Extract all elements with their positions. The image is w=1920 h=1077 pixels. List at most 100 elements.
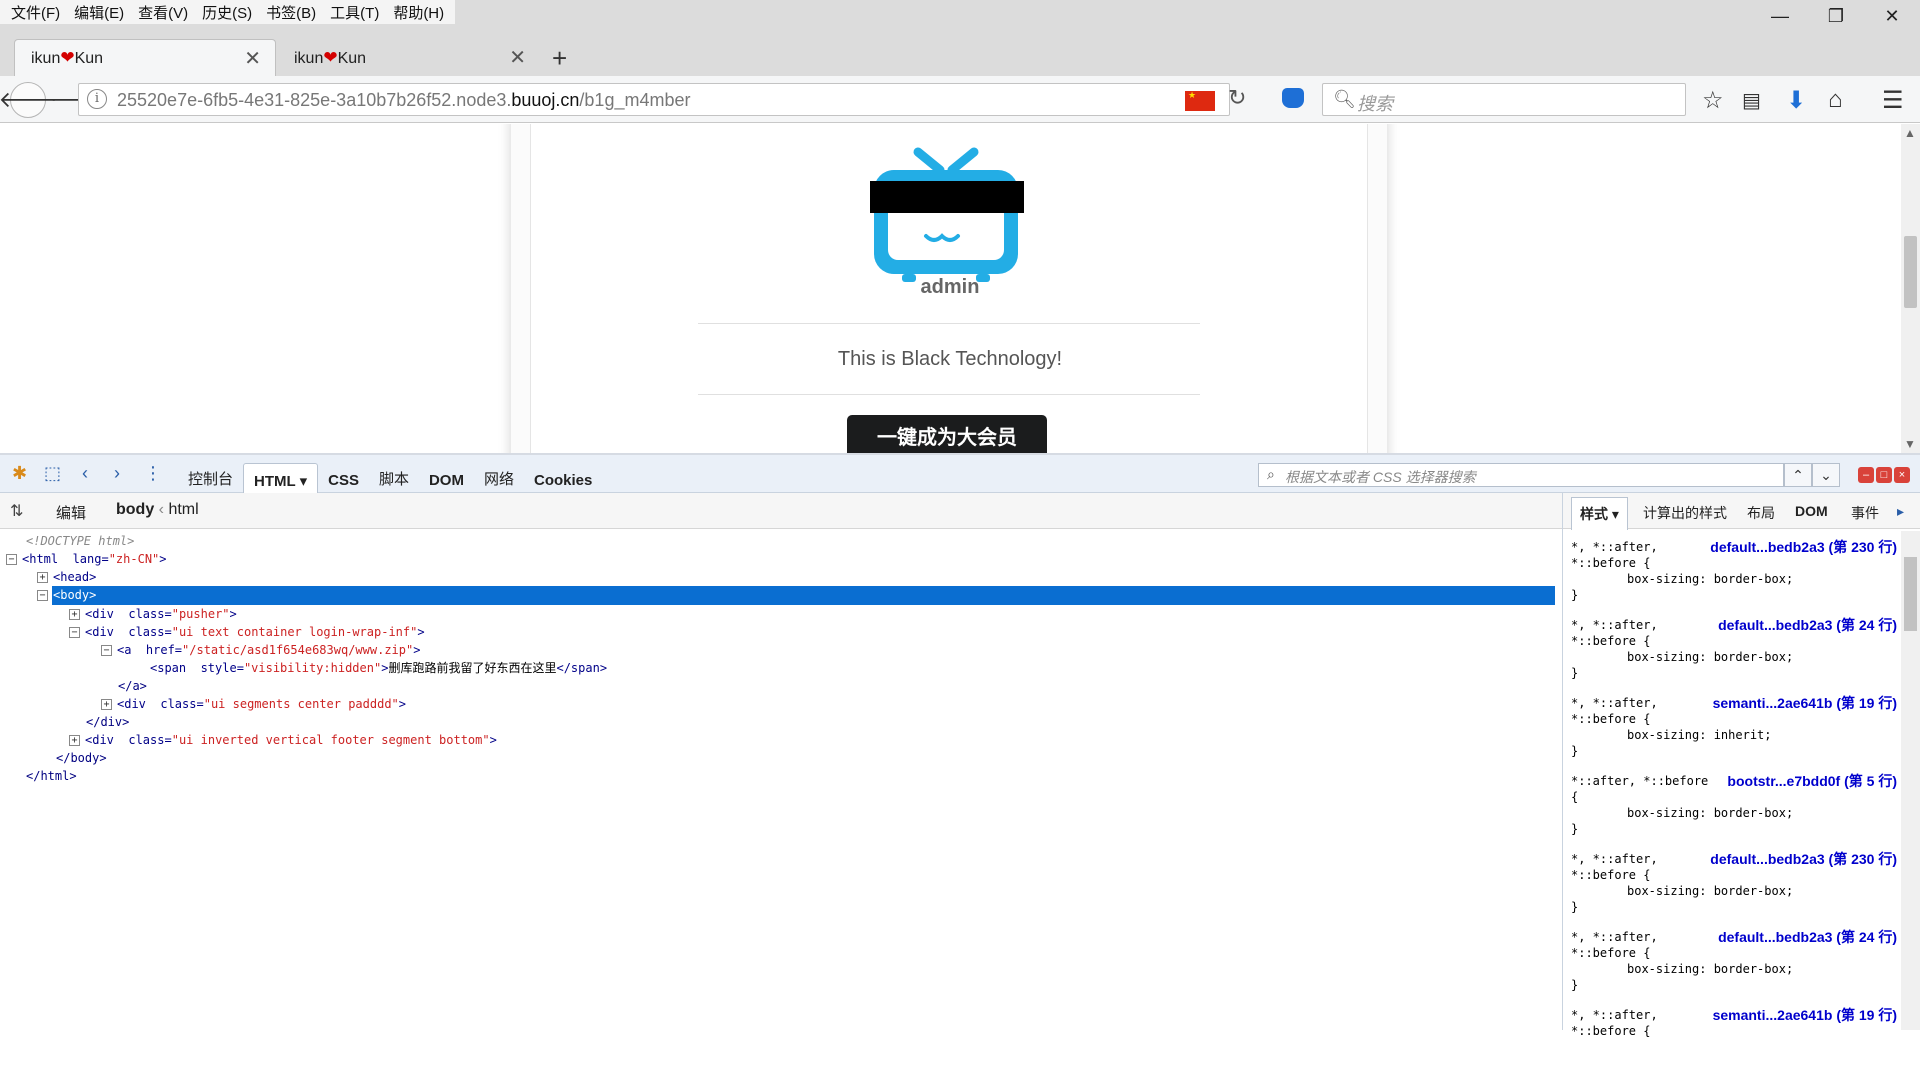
firebug-search-input[interactable]: ⌕ 根据文本或者 CSS 选择器搜索	[1258, 463, 1784, 487]
css-rule[interactable]: *, *::after, *::before {default...bedb2a3…	[1563, 609, 1901, 687]
search-next-button[interactable]: ⌄	[1812, 463, 1840, 487]
rule-property[interactable]: box-sizing: inherit;	[1627, 728, 1772, 742]
firebug-close-icon[interactable]: ×	[1894, 467, 1910, 483]
styles-scrollbar[interactable]	[1901, 531, 1920, 1030]
rule-property[interactable]: box-sizing: border-box;	[1627, 962, 1793, 976]
close-window-button[interactable]: ✕	[1864, 0, 1920, 32]
download-icon[interactable]: ⬇	[1786, 86, 1806, 115]
tab-events[interactable]: 事件	[1851, 503, 1879, 523]
menu-bookmarks[interactable]: 书签(B)	[259, 2, 323, 23]
tab-close-icon[interactable]: ✕	[244, 46, 261, 71]
minimize-button[interactable]: —	[1752, 0, 1808, 32]
menu-file[interactable]: 文件(F)	[4, 2, 67, 23]
css-rule[interactable]: *, *::after, *::before {default...bedb2a3…	[1563, 921, 1901, 999]
tab-css[interactable]: CSS	[318, 472, 369, 495]
menu-edit[interactable]: 编辑(E)	[67, 2, 131, 23]
breadcrumb-body[interactable]: body	[116, 501, 154, 518]
firebug-detach-icon[interactable]: □	[1876, 467, 1892, 483]
collapse-icon[interactable]: −	[6, 554, 17, 565]
tab-layout[interactable]: 布局	[1747, 503, 1775, 523]
tab-cookies[interactable]: Cookies	[524, 472, 602, 495]
menu-tools[interactable]: 工具(T)	[323, 2, 386, 23]
edit-button[interactable]: 编辑	[56, 502, 86, 523]
reload-button[interactable]: ↻	[1228, 85, 1246, 111]
expand-icon[interactable]: +	[101, 699, 112, 710]
css-rule[interactable]: *, *::after, *::before {semanti...2ae641b…	[1563, 999, 1901, 1077]
tab-script[interactable]: 脚本	[369, 468, 419, 495]
divider	[698, 394, 1200, 395]
rule-selector: *::after, *::before{	[1571, 774, 1709, 804]
rule-property[interactable]: box-sizing: border-box;	[1627, 806, 1793, 820]
expand-icon[interactable]: +	[69, 609, 80, 620]
css-rule[interactable]: *::after, *::before{ bootstr...e7bdd0f (第…	[1563, 765, 1901, 843]
search-bar[interactable]: 🔍︎ 搜索	[1322, 83, 1686, 116]
search-prev-button[interactable]: ⌃	[1784, 463, 1812, 487]
scrollbar-thumb[interactable]	[1904, 236, 1917, 308]
rule-source-link[interactable]: default...bedb2a3 (第 230 行)	[1710, 537, 1897, 557]
css-rule[interactable]: *, *::after, *::before {semanti...2ae641b…	[1563, 687, 1901, 765]
expand-icon[interactable]: +	[37, 572, 48, 583]
tab-ikun-2[interactable]: ikun❤Kun ✕	[278, 39, 540, 76]
toggle-panel-icon[interactable]: ⇅	[10, 501, 23, 521]
menu-help[interactable]: 帮助(H)	[386, 2, 451, 23]
head-node[interactable]: + <head>	[37, 568, 96, 586]
div-segments-node[interactable]: + <div class="ui segments center padddd">	[101, 695, 406, 713]
scrollbar-thumb[interactable]	[1904, 557, 1917, 631]
url-text[interactable]: 25520e7e-6fb5-4e31-825e-3a10b7b26f52.nod…	[117, 90, 690, 111]
tab-ikun-1[interactable]: ikun❤Kun ✕	[14, 39, 276, 76]
command-line-icon[interactable]: ⋮	[144, 463, 162, 484]
rule-source-link[interactable]: bootstr...e7bdd0f (第 5 行)	[1727, 771, 1897, 791]
tab-console[interactable]: 控制台	[178, 468, 243, 495]
firebug-bug-icon[interactable]: ✱	[12, 463, 27, 484]
tab-side-dom[interactable]: DOM	[1795, 503, 1828, 519]
div-pusher-node[interactable]: + <div class="pusher">	[69, 605, 237, 623]
bookmark-star-icon[interactable]: ☆	[1702, 86, 1724, 115]
rule-property[interactable]: box-sizing: border-box;	[1627, 884, 1793, 898]
chevron-right-icon[interactable]: ›	[114, 463, 120, 484]
page-scrollbar[interactable]: ▲ ▼	[1901, 124, 1920, 453]
tab-style[interactable]: 样式 ▾	[1571, 497, 1628, 530]
extension-icon[interactable]	[1282, 88, 1304, 108]
back-button[interactable]: 🡐	[0, 82, 58, 118]
chevron-left-icon[interactable]: ‹	[82, 463, 88, 484]
new-tab-button[interactable]: +	[552, 43, 567, 74]
url-bar[interactable]: i 25520e7e-6fb5-4e31-825e-3a10b7b26f52.n…	[78, 83, 1230, 116]
firebug-minimize-icon[interactable]: –	[1858, 467, 1874, 483]
a-zip-link-node[interactable]: − <a href="/static/asd1f654e683wq/www.zip…	[101, 641, 420, 659]
css-rule[interactable]: *, *::after, *::before {default...bedb2a3…	[1563, 531, 1901, 609]
collapse-icon[interactable]: −	[37, 590, 48, 601]
menu-history[interactable]: 历史(S)	[195, 2, 259, 23]
inspect-element-icon[interactable]: ⬚	[44, 463, 61, 484]
reading-list-icon[interactable]: ▤	[1742, 88, 1761, 113]
collapse-icon[interactable]: −	[101, 645, 112, 656]
site-info-icon[interactable]: i	[87, 89, 107, 109]
rule-property[interactable]: box-sizing: border-box;	[1627, 572, 1793, 586]
html-node[interactable]: − <html lang="zh-CN">	[6, 550, 167, 568]
span-hidden-node[interactable]: <span style="visibility:hidden">删库跑路前我留了…	[150, 659, 607, 677]
home-icon[interactable]: ⌂	[1828, 86, 1843, 114]
restore-button[interactable]: ❐	[1808, 0, 1864, 32]
search-input[interactable]: 搜索	[1357, 90, 1393, 116]
div-login-wrap-node[interactable]: − <div class="ui text container login-wra…	[69, 623, 425, 641]
tab-html[interactable]: HTML ▾	[243, 463, 319, 496]
become-vip-button[interactable]: 一键成为大会员	[847, 415, 1047, 453]
rule-source-link[interactable]: default...bedb2a3 (第 24 行)	[1718, 927, 1897, 947]
tab-dom[interactable]: DOM	[419, 472, 474, 495]
expand-icon[interactable]: +	[69, 735, 80, 746]
tab-close-icon[interactable]: ✕	[509, 45, 526, 70]
rule-source-link[interactable]: semanti...2ae641b (第 19 行)	[1713, 693, 1897, 713]
rule-source-link[interactable]: default...bedb2a3 (第 24 行)	[1718, 615, 1897, 635]
chevron-right-icon[interactable]: ▸	[1897, 503, 1904, 520]
rule-source-link[interactable]: default...bedb2a3 (第 230 行)	[1710, 849, 1897, 869]
tab-net[interactable]: 网络	[474, 468, 524, 495]
breadcrumb-html[interactable]: html	[168, 501, 198, 518]
rule-source-link[interactable]: semanti...2ae641b (第 19 行)	[1713, 1005, 1897, 1025]
div-footer-node[interactable]: + <div class="ui inverted vertical footer…	[69, 731, 497, 749]
menu-view[interactable]: 查看(V)	[131, 2, 195, 23]
menu-hamburger-icon[interactable]: ☰	[1882, 86, 1904, 115]
collapse-icon[interactable]: −	[69, 627, 80, 638]
tab-computed[interactable]: 计算出的样式	[1643, 503, 1727, 523]
css-rule[interactable]: *, *::after, *::before {default...bedb2a3…	[1563, 843, 1901, 921]
rule-property[interactable]: box-sizing: border-box;	[1627, 650, 1793, 664]
body-node-selected[interactable]: − <body>	[37, 586, 96, 604]
